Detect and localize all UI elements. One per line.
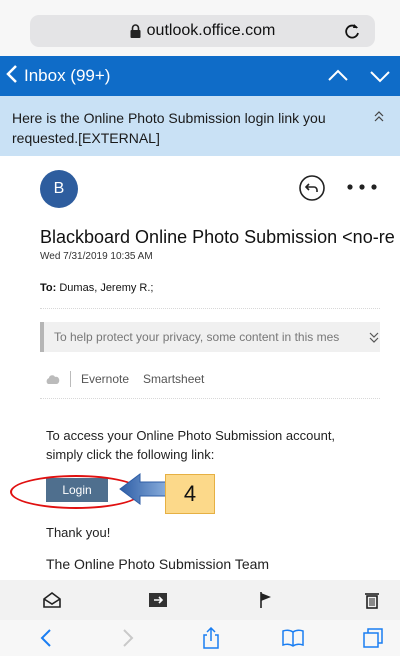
- annotation-arrow-icon: [118, 472, 172, 506]
- back-to-inbox-button[interactable]: Inbox (99+): [6, 62, 110, 90]
- addin-evernote[interactable]: Evernote: [81, 372, 129, 386]
- collapse-icon[interactable]: [372, 110, 386, 124]
- bookmarks-icon[interactable]: [282, 627, 304, 649]
- sender-name: Blackboard Online Photo Submission <no-r…: [40, 227, 395, 247]
- divider: [40, 308, 380, 309]
- browser-forward-icon[interactable]: [116, 627, 138, 649]
- delete-icon[interactable]: [362, 591, 382, 609]
- addins-icon[interactable]: [46, 373, 60, 385]
- privacy-notice[interactable]: To help protect your privacy, some conte…: [40, 322, 380, 352]
- recipients-line: To: Dumas, Jeremy R.;: [40, 282, 154, 294]
- divider: [40, 398, 380, 399]
- browser-bottom-bar: [0, 620, 400, 656]
- addins-bar: Evernote Smartsheet: [46, 370, 204, 388]
- privacy-notice-text: To help protect your privacy, some conte…: [54, 330, 340, 344]
- chevron-left-icon: [6, 64, 18, 89]
- move-icon[interactable]: [148, 591, 168, 609]
- flag-icon[interactable]: [256, 591, 276, 609]
- addins-separator: [70, 371, 71, 387]
- reload-icon[interactable]: [341, 20, 363, 42]
- message-subject: Here is the Online Photo Submission logi…: [12, 110, 326, 146]
- next-message-icon[interactable]: [368, 64, 392, 88]
- mark-read-icon[interactable]: [42, 591, 62, 609]
- share-icon[interactable]: [200, 626, 222, 649]
- message-body-text: To access your Online Photo Submission a…: [46, 428, 336, 462]
- addin-smartsheet[interactable]: Smartsheet: [143, 372, 204, 386]
- previous-message-icon[interactable]: [326, 64, 350, 88]
- message-action-toolbar: [0, 580, 400, 620]
- outlook-nav-bar: Inbox (99+): [0, 56, 400, 96]
- to-label: To:: [40, 282, 57, 294]
- recipient-name[interactable]: Dumas, Jeremy R.;: [59, 282, 153, 294]
- step-number-badge: 4: [165, 474, 215, 514]
- sent-date: Wed 7/31/2019 10:35 AM: [40, 251, 153, 262]
- browser-back-icon[interactable]: [36, 627, 58, 649]
- address-bar[interactable]: outlook.office.com: [30, 15, 375, 47]
- reply-icon[interactable]: [298, 174, 326, 202]
- thanks-text: Thank you!: [46, 525, 111, 540]
- signature-text: The Online Photo Submission Team: [46, 556, 270, 572]
- sender-avatar: B: [40, 170, 78, 208]
- lock-icon: [130, 24, 141, 38]
- url-text: outlook.office.com: [146, 22, 276, 39]
- expand-icon[interactable]: [367, 330, 381, 344]
- browser-top-bar: outlook.office.com: [0, 0, 400, 56]
- tabs-icon[interactable]: [362, 627, 384, 649]
- more-options-icon[interactable]: [344, 180, 380, 192]
- subject-bar: Here is the Online Photo Submission logi…: [0, 96, 400, 156]
- back-label: Inbox (99+): [24, 66, 111, 85]
